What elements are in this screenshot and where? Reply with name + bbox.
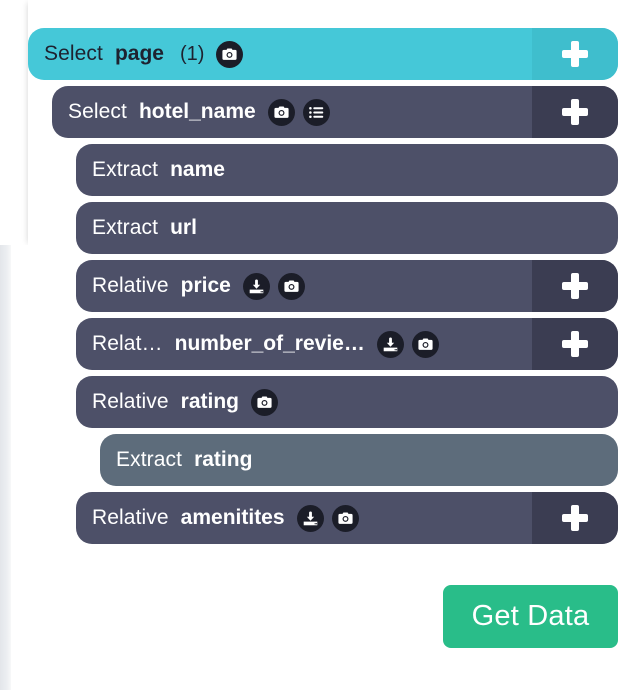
selector-type-label: Relative	[92, 390, 169, 414]
selector-row-body[interactable]: Relative price	[76, 260, 532, 312]
selector-row[interactable]: Relat… number_of_revie…	[76, 318, 618, 370]
selector-type-label: Relative	[92, 274, 169, 298]
list-icon[interactable]	[303, 99, 330, 126]
add-child-selector-button[interactable]	[532, 318, 618, 370]
selector-name-label: rating	[181, 390, 239, 414]
selector-row[interactable]: Select page (1)	[28, 28, 618, 80]
selector-row[interactable]: Extract url	[76, 202, 618, 254]
selector-row-body[interactable]: Relative rating	[76, 376, 618, 428]
selector-row-body[interactable]: Select page (1)	[28, 28, 532, 80]
plus-icon	[562, 331, 588, 357]
camera-icon[interactable]	[332, 505, 359, 532]
selector-name-label: amenitites	[181, 506, 285, 530]
selector-row[interactable]: Extract name	[76, 144, 618, 196]
camera-icon[interactable]	[412, 331, 439, 358]
selector-row[interactable]: Relative amenitites	[76, 492, 618, 544]
selector-type-label: Select	[68, 100, 127, 124]
selector-row[interactable]: Select hotel_name	[52, 86, 618, 138]
add-child-selector-button[interactable]	[532, 28, 618, 80]
selector-type-label: Extract	[92, 216, 158, 240]
selector-count-label: (1)	[180, 43, 204, 66]
selector-name-label: name	[170, 158, 225, 182]
plus-icon	[562, 99, 588, 125]
download-icon[interactable]	[297, 505, 324, 532]
selector-row[interactable]: Extract rating	[100, 434, 618, 486]
plus-icon	[562, 505, 588, 531]
selector-row-body[interactable]: Relative amenitites	[76, 492, 532, 544]
add-child-selector-button[interactable]	[532, 260, 618, 312]
selector-type-label: Relat…	[92, 332, 163, 356]
selector-name-label: rating	[194, 448, 252, 472]
selector-type-label: Extract	[92, 158, 158, 182]
selector-name-label: hotel_name	[139, 100, 256, 124]
selector-row-body[interactable]: Select hotel_name	[52, 86, 532, 138]
camera-icon[interactable]	[268, 99, 295, 126]
selector-row-body[interactable]: Extract url	[76, 202, 618, 254]
selector-name-label: page	[115, 42, 164, 66]
selector-name-label: price	[181, 274, 231, 298]
download-icon[interactable]	[243, 273, 270, 300]
camera-icon[interactable]	[278, 273, 305, 300]
add-child-selector-button[interactable]	[532, 492, 618, 544]
camera-icon[interactable]	[216, 41, 243, 68]
camera-icon[interactable]	[251, 389, 278, 416]
selector-row-body[interactable]: Extract rating	[100, 434, 618, 486]
get-data-button[interactable]: Get Data	[443, 585, 618, 648]
selector-row-body[interactable]: Extract name	[76, 144, 618, 196]
selector-row-body[interactable]: Relat… number_of_revie…	[76, 318, 532, 370]
selector-row[interactable]: Relative price	[76, 260, 618, 312]
selector-type-label: Extract	[116, 448, 182, 472]
selector-name-label: number_of_revie…	[175, 332, 365, 356]
add-child-selector-button[interactable]	[532, 86, 618, 138]
plus-icon	[562, 273, 588, 299]
selector-name-label: url	[170, 216, 197, 240]
plus-icon	[562, 41, 588, 67]
selector-type-label: Relative	[92, 506, 169, 530]
selector-row[interactable]: Relative rating	[76, 376, 618, 428]
selector-type-label: Select	[44, 42, 103, 66]
download-icon[interactable]	[377, 331, 404, 358]
